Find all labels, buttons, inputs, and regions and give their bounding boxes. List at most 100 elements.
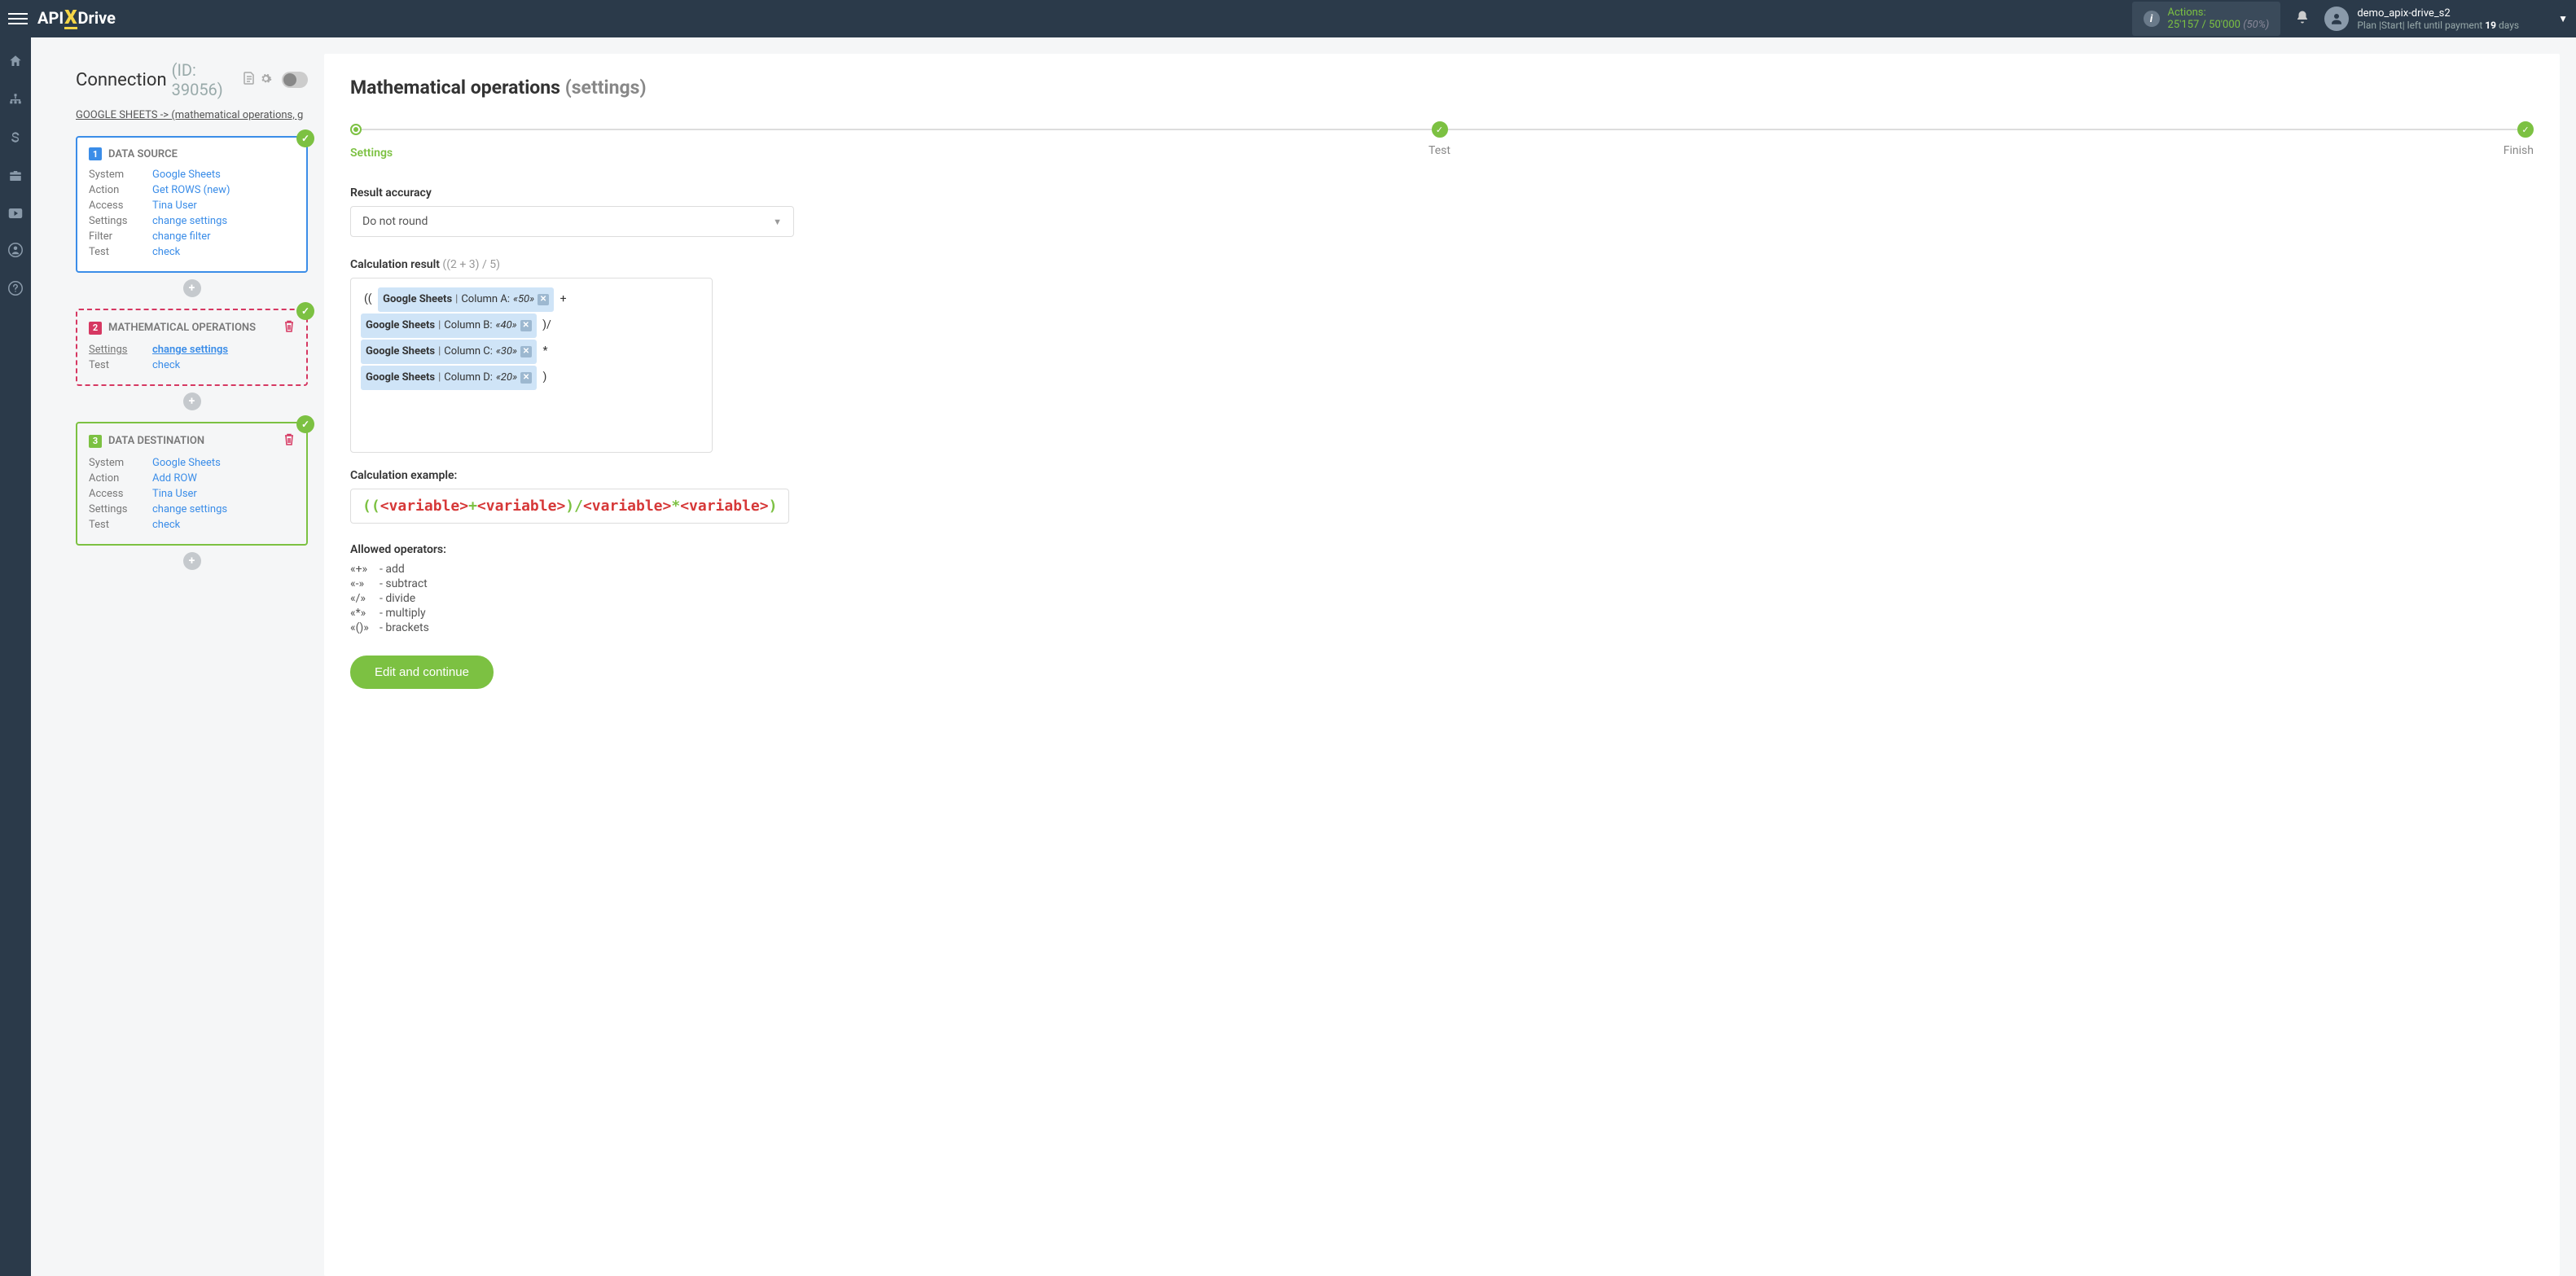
op-close-div: )/ [542, 318, 551, 331]
video-icon[interactable] [8, 207, 23, 223]
actions-text: Actions: 25'157 / 50'000 (50%) [2168, 7, 2270, 31]
layout: Connection (ID: 39056) GOOGLE SHEETS -> … [0, 37, 2576, 1276]
accuracy-select[interactable]: Do not round ▼ [350, 206, 794, 237]
check-icon: ✓ [296, 415, 314, 433]
row-action: ActionGet ROWS (new) [89, 184, 295, 196]
example-box: ((<variable>+<variable>)/<variable>*<var… [350, 489, 789, 524]
actions-total: 50'000 [2209, 19, 2240, 31]
card-header: 2 MATHEMATICAL OPERATIONS [89, 320, 295, 335]
logo-x-icon: X [64, 9, 77, 29]
remove-icon[interactable]: ✕ [538, 294, 549, 305]
card-number: 3 [89, 435, 102, 448]
sidebar [0, 37, 31, 1276]
left-panel: Connection (ID: 39056) GOOGLE SHEETS -> … [31, 37, 324, 1276]
accuracy-value: Do not round [362, 215, 428, 228]
row-test: Testcheck [89, 359, 295, 371]
connection-id: (ID: 39056) [172, 60, 239, 99]
briefcase-icon[interactable] [8, 169, 23, 187]
bell-icon[interactable] [2295, 10, 2310, 29]
card-title: DATA DESTINATION [108, 435, 204, 447]
op-open: (( [364, 292, 372, 305]
row-test: Testcheck [89, 519, 295, 531]
row-test: Testcheck [89, 246, 295, 258]
connection-title: Connection (ID: 39056) [76, 60, 308, 99]
trash-icon[interactable] [283, 433, 295, 449]
row-settings: Settingschange settings [89, 503, 295, 515]
card-title: MATHEMATICAL OPERATIONS [108, 322, 256, 334]
actions-sep: / [2199, 19, 2209, 31]
formula-input[interactable]: (( Google Sheets|Column A: «50»✕ + Googl… [350, 278, 713, 453]
op-mul: * [542, 344, 547, 357]
row-action: ActionAdd ROW [89, 472, 295, 485]
check-icon: ✓ [296, 302, 314, 320]
actions-box[interactable]: i Actions: 25'157 / 50'000 (50%) [2132, 2, 2281, 36]
menu-icon[interactable] [8, 9, 28, 29]
connection-label: Connection [76, 70, 167, 90]
chevron-down-icon: ▼ [773, 217, 782, 227]
user-menu[interactable]: demo_apix-drive_s2 Plan |Start| left unt… [2324, 7, 2519, 31]
chevron-down-icon[interactable]: ▼ [2558, 13, 2568, 24]
actions-pct: (50%) [2243, 19, 2269, 31]
row-system: SystemGoogle Sheets [89, 457, 295, 469]
step-test[interactable]: ✓ Test [1432, 121, 1448, 138]
step-finish[interactable]: ✓ Finish [2517, 121, 2534, 138]
page-subtitle: (settings) [565, 77, 647, 99]
check-icon: ✓ [296, 129, 314, 147]
op-plus: + [560, 292, 567, 305]
edit-continue-button[interactable]: Edit and continue [350, 656, 494, 689]
row-settings: Settingschange settings [89, 215, 295, 227]
card-number: 2 [89, 322, 102, 335]
tag-col-a[interactable]: Google Sheets|Column A: «50»✕ [378, 287, 554, 312]
step-settings[interactable]: Settings [350, 124, 362, 135]
logo-prefix: API [37, 8, 64, 28]
page-title: Mathematical operations (settings) [350, 77, 2534, 99]
user-plan: Plan |Start| left until payment 19 days [2357, 20, 2519, 31]
logo[interactable]: API X Drive [37, 8, 116, 29]
remove-icon[interactable]: ✕ [520, 346, 532, 357]
add-button[interactable]: + [183, 392, 201, 410]
avatar-icon [2324, 7, 2349, 31]
tag-col-b[interactable]: Google Sheets|Column B: «40»✕ [361, 314, 537, 338]
tag-col-c[interactable]: Google Sheets|Column C: «30»✕ [361, 340, 537, 364]
row-access: AccessTina User [89, 488, 295, 500]
row-settings: Settingschange settings [89, 344, 295, 356]
operators-label: Allowed operators: [350, 543, 2534, 556]
data-source-card[interactable]: ✓ 1 DATA SOURCE SystemGoogle Sheets Acti… [76, 136, 308, 273]
accuracy-label: Result accuracy [350, 186, 2534, 200]
row-access: AccessTina User [89, 200, 295, 212]
connections-icon[interactable] [8, 92, 23, 111]
user-name: demo_apix-drive_s2 [2357, 7, 2519, 20]
add-button[interactable]: + [183, 552, 201, 570]
tag-col-d[interactable]: Google Sheets|Column D: «20»✕ [361, 366, 537, 390]
card-title: DATA SOURCE [108, 148, 178, 160]
add-button[interactable]: + [183, 279, 201, 297]
profile-icon[interactable] [8, 243, 23, 261]
trash-icon[interactable] [283, 320, 295, 335]
card-number: 1 [89, 147, 102, 160]
actions-title: Actions: [2168, 7, 2270, 19]
home-icon[interactable] [8, 54, 23, 72]
help-icon[interactable] [8, 281, 23, 300]
card-header: 1 DATA SOURCE [89, 147, 295, 160]
connection-toggle[interactable] [282, 72, 308, 88]
op-close: ) [543, 371, 547, 384]
example-label: Calculation example: [350, 469, 2534, 482]
calc-label: Calculation result ((2 + 3) / 5) [350, 258, 2534, 271]
data-destination-card[interactable]: ✓ 3 DATA DESTINATION SystemGoogle Sheets… [76, 422, 308, 546]
calc-hint: ((2 + 3) / 5) [442, 258, 500, 271]
main-panel: Mathematical operations (settings) Setti… [324, 54, 2560, 1276]
stepper: Settings ✓ Test ✓ Finish [350, 121, 2534, 186]
breadcrumb[interactable]: GOOGLE SHEETS -> (mathematical operation… [76, 109, 308, 121]
actions-counts: 25'157 / 50'000 (50%) [2168, 19, 2270, 31]
math-operations-card[interactable]: ✓ 2 MATHEMATICAL OPERATIONS Settingschan… [76, 309, 308, 386]
document-icon[interactable] [244, 72, 255, 88]
operators-list: «+»- add «-»- subtract «/»- divide «*»- … [350, 563, 2534, 634]
actions-used: 25'157 [2168, 19, 2200, 31]
remove-icon[interactable]: ✕ [520, 372, 532, 384]
remove-icon[interactable]: ✕ [520, 320, 532, 331]
info-icon: i [2144, 11, 2160, 27]
gear-icon[interactable] [260, 72, 272, 88]
app-header: API X Drive i Actions: 25'157 / 50'000 (… [0, 0, 2576, 37]
billing-icon[interactable] [11, 130, 20, 149]
header-right: i Actions: 25'157 / 50'000 (50%) demo_ap… [2132, 2, 2568, 36]
